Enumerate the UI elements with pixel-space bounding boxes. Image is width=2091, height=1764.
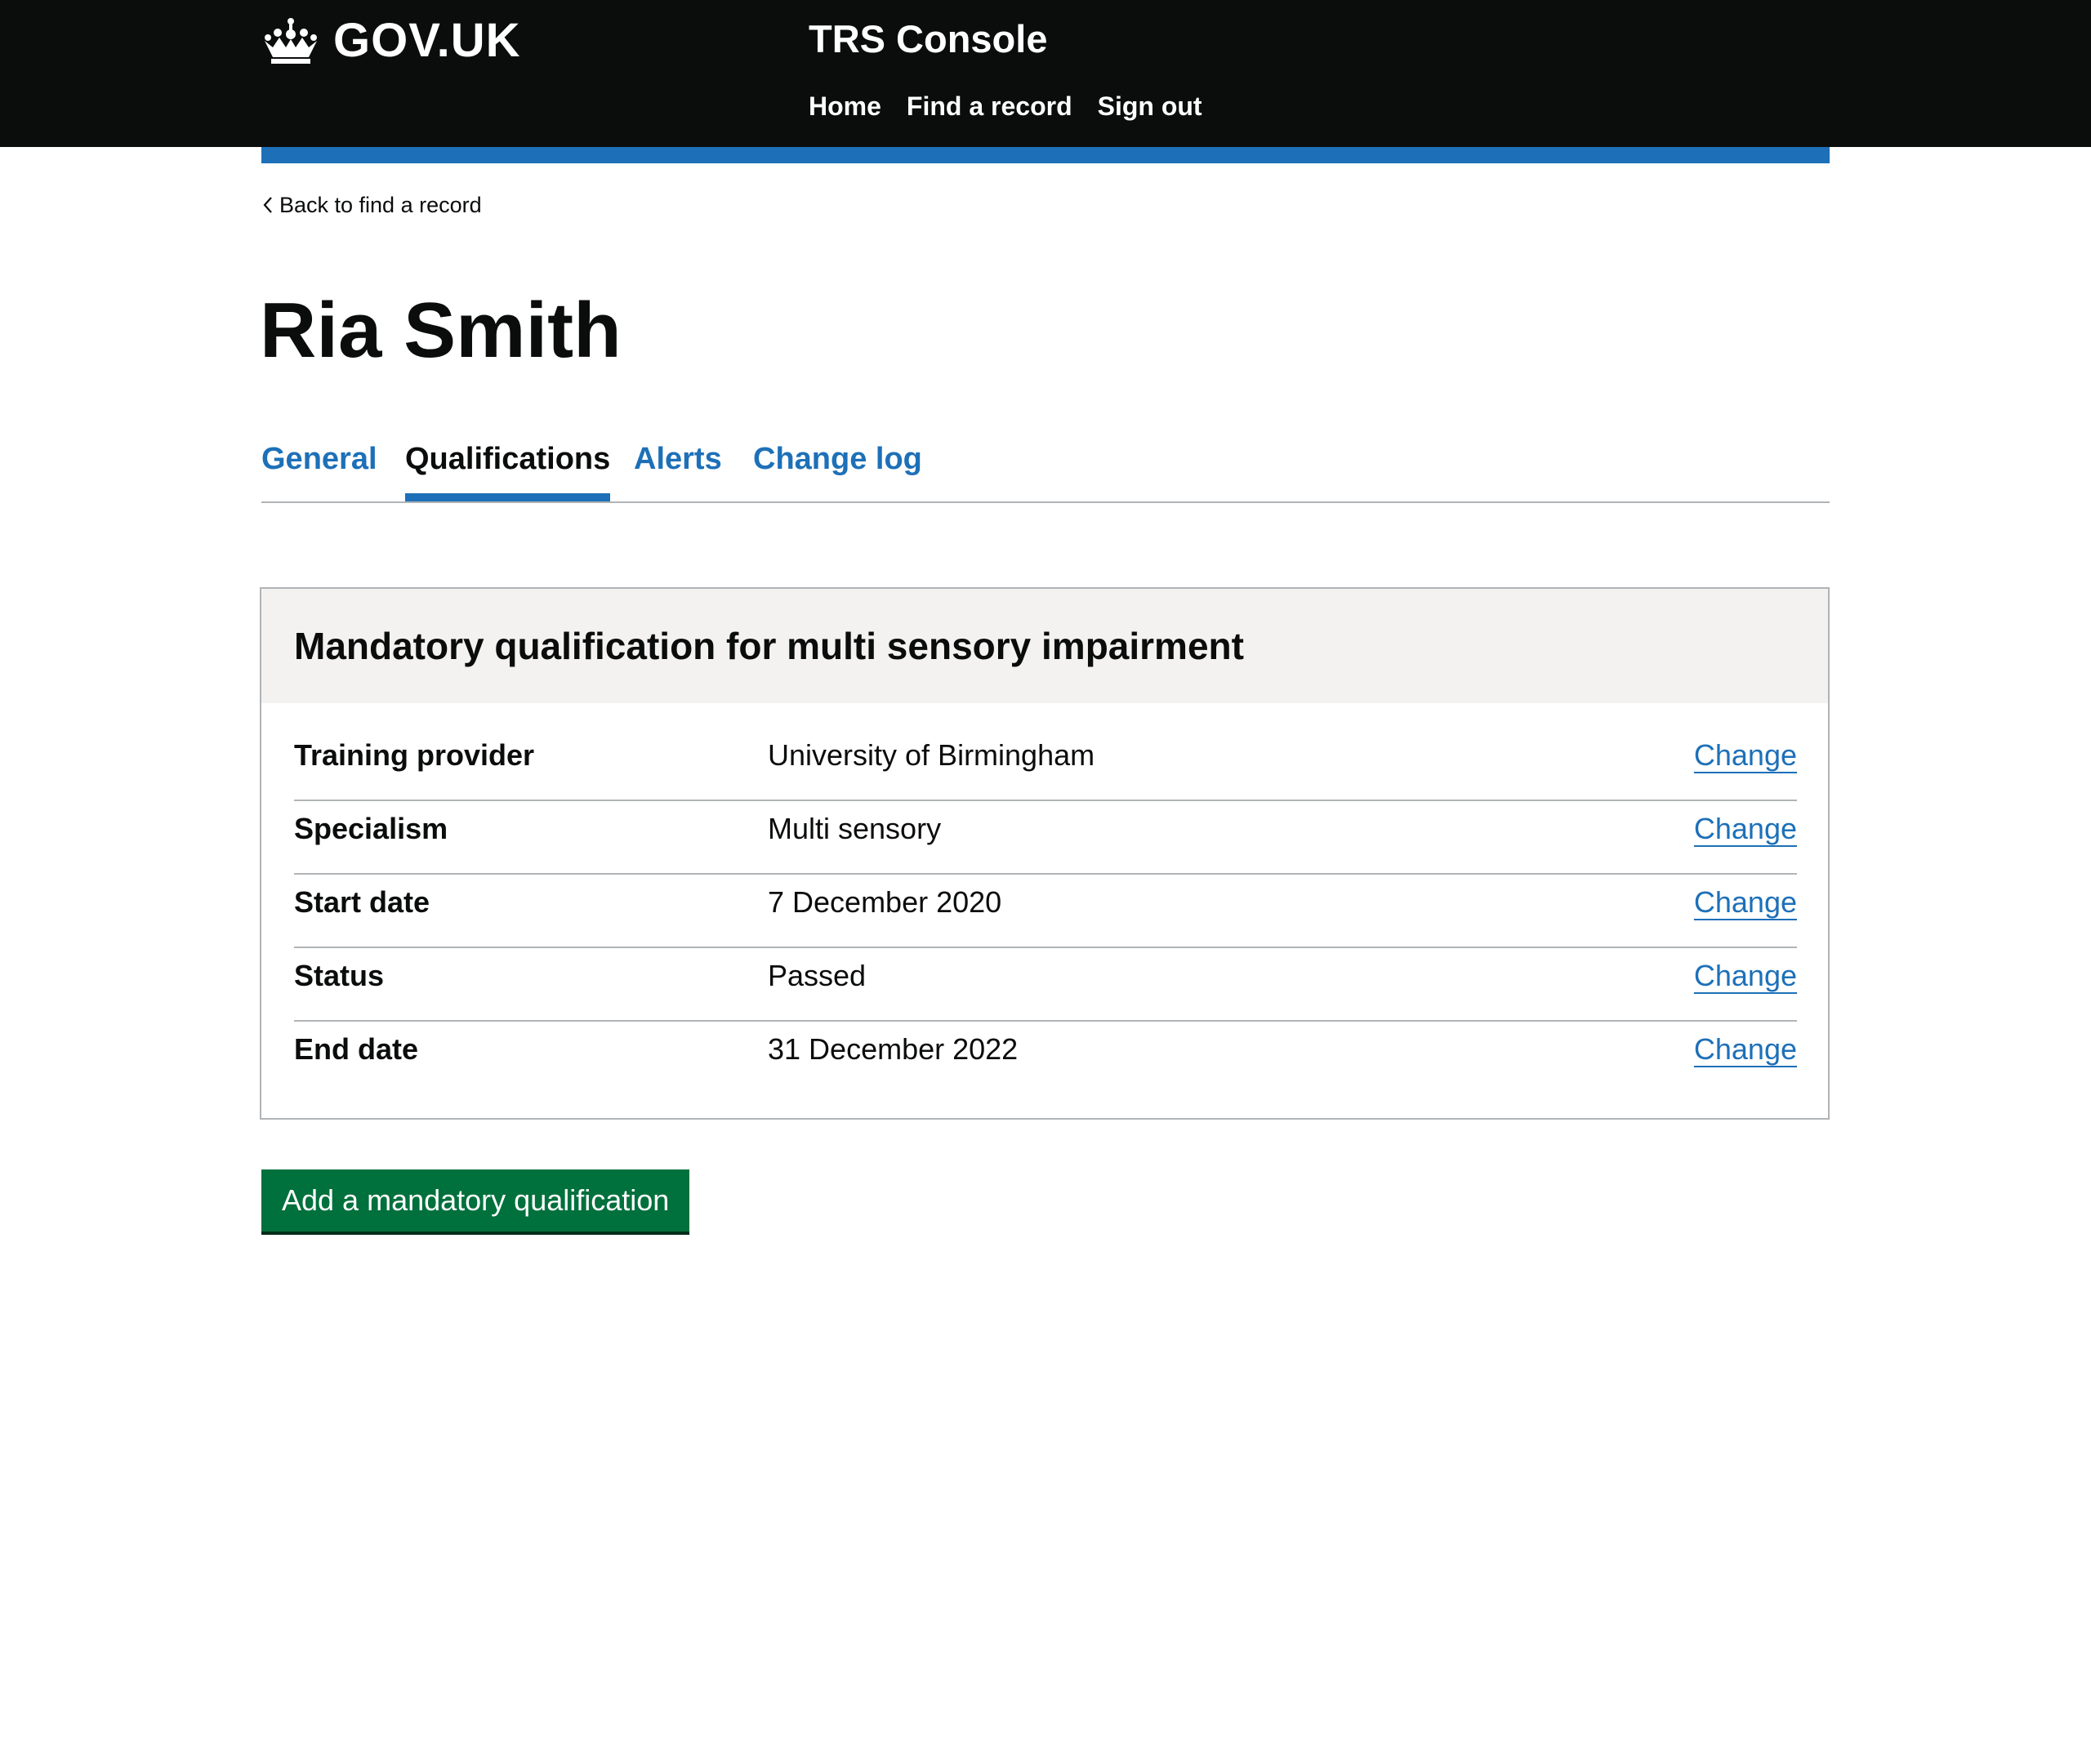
summary-row-end-date: End date 31 December 2022 Change xyxy=(294,1022,1797,1095)
row-key: Training provider xyxy=(294,738,535,772)
nav-item-home[interactable]: Home xyxy=(809,90,881,122)
row-key: Start date xyxy=(294,885,430,919)
row-value: 7 December 2020 xyxy=(768,885,1002,919)
tab-qualifications[interactable]: Qualifications xyxy=(405,433,611,501)
back-link[interactable]: Back to find a record xyxy=(261,190,482,220)
back-link-label: Back to find a record xyxy=(279,193,482,217)
tab-list: General Qualifications Alerts Change log xyxy=(261,433,1830,503)
row-value: Passed xyxy=(768,959,867,992)
tab-change-log[interactable]: Change log xyxy=(753,433,922,501)
tab-alerts[interactable]: Alerts xyxy=(634,433,722,501)
summary-row-start-date: Start date 7 December 2020 Change xyxy=(294,875,1797,948)
summary-row-status: Status Passed Change xyxy=(294,948,1797,1022)
change-start-date-link[interactable]: Change xyxy=(1694,875,1797,930)
change-status-link[interactable]: Change xyxy=(1694,948,1797,1004)
row-value: 31 December 2022 xyxy=(768,1032,1019,1066)
summary-list: Training provider University of Birmingh… xyxy=(294,728,1797,1095)
chevron-left-icon xyxy=(263,197,272,213)
govuk-logo-link[interactable]: GOV.UK xyxy=(261,15,520,67)
page-title: Ria Smith xyxy=(260,287,622,374)
row-key: Status xyxy=(294,959,385,992)
summary-row-specialism: Specialism Multi sensory Change xyxy=(294,801,1797,875)
card-header: Mandatory qualification for multi sensor… xyxy=(261,589,1828,703)
row-key: Specialism xyxy=(294,812,448,845)
card-title: Mandatory qualification for multi sensor… xyxy=(294,625,1244,667)
row-key: End date xyxy=(294,1032,419,1066)
qualification-summary-card: Mandatory qualification for multi sensor… xyxy=(260,587,1830,1120)
service-name-link[interactable]: TRS Console xyxy=(809,15,1047,64)
nav-item-sign-out[interactable]: Sign out xyxy=(1098,90,1202,122)
summary-row-training-provider: Training provider University of Birmingh… xyxy=(294,728,1797,801)
crown-icon xyxy=(265,18,317,64)
row-value: Multi sensory xyxy=(768,812,942,845)
tab-general[interactable]: General xyxy=(261,433,377,501)
header-nav: Home Find a record Sign out xyxy=(809,90,1202,122)
nav-item-find-a-record[interactable]: Find a record xyxy=(907,90,1072,122)
logo-text: GOV.UK xyxy=(333,14,521,67)
add-mandatory-qualification-button[interactable]: Add a mandatory qualification xyxy=(261,1169,690,1232)
row-value: University of Birmingham xyxy=(768,738,1095,772)
header-accent-bar xyxy=(261,147,1830,163)
change-training-provider-link[interactable]: Change xyxy=(1694,728,1797,783)
change-end-date-link[interactable]: Change xyxy=(1694,1022,1797,1077)
change-specialism-link[interactable]: Change xyxy=(1694,801,1797,857)
site-header: GOV.UK TRS Console Home Find a record Si… xyxy=(0,0,2091,147)
